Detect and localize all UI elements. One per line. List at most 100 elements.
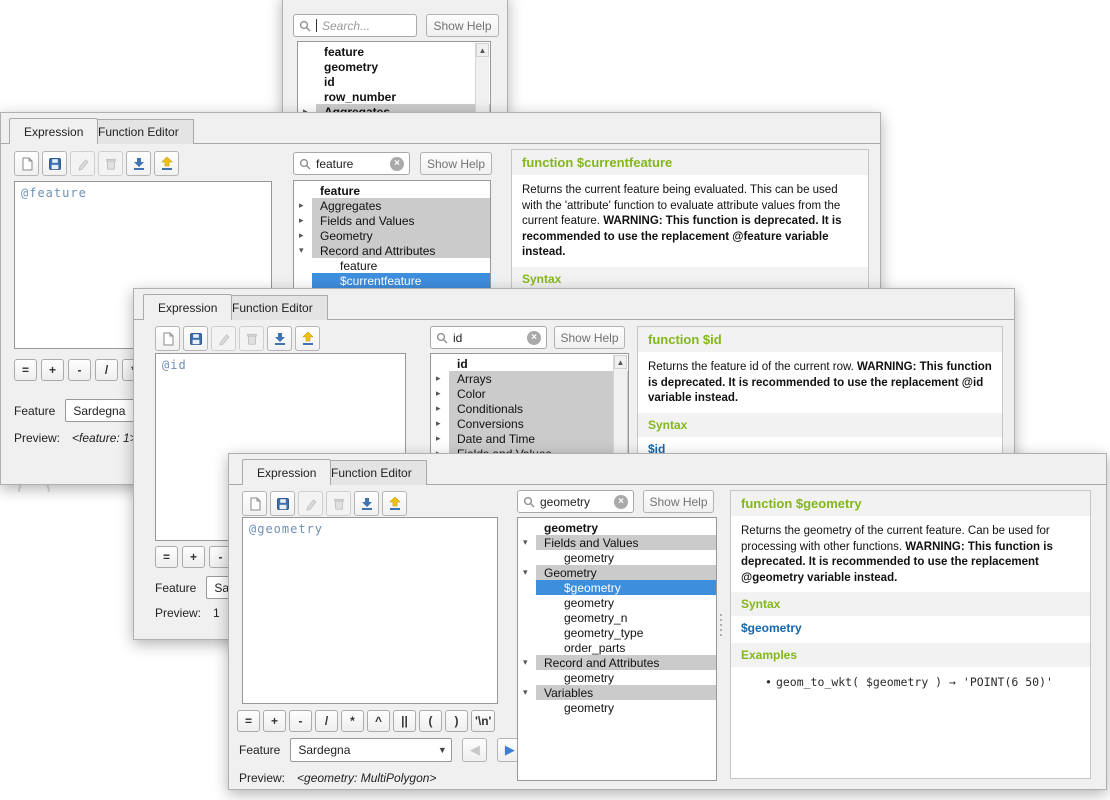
tab-expression[interactable]: Expression xyxy=(143,294,232,320)
function-list[interactable]: feature geometry id row_number ▸Aggregat… xyxy=(297,41,491,113)
operator-button[interactable]: ^ xyxy=(367,710,390,732)
new-expression-button[interactable] xyxy=(14,151,39,176)
tab-function-editor[interactable]: Function Editor xyxy=(217,295,328,320)
operator-button[interactable]: = xyxy=(237,710,260,732)
tree-row[interactable]: ▸Aggregates xyxy=(294,198,490,213)
search-input[interactable]: Search... xyxy=(293,14,417,37)
export-expressions-button[interactable] xyxy=(382,491,407,516)
operator-button[interactable]: ) xyxy=(445,710,468,732)
show-help-button[interactable]: Show Help xyxy=(643,490,714,513)
list-item[interactable]: geometry xyxy=(298,59,490,74)
tree-row[interactable]: ▾Record and Attributes xyxy=(518,655,716,670)
tree-row[interactable]: ▾Fields and Values xyxy=(518,535,716,550)
search-input[interactable]: feature × xyxy=(293,152,410,175)
search-input[interactable]: geometry × xyxy=(517,490,634,513)
tab-expression[interactable]: Expression xyxy=(9,118,98,144)
previous-feature-button[interactable]: ◀ xyxy=(462,738,487,762)
tree-row[interactable]: geometry xyxy=(518,670,716,685)
chevron-down-icon[interactable]: ▾ xyxy=(523,685,535,700)
import-expressions-button[interactable] xyxy=(126,151,151,176)
function-tree[interactable]: geometry ▾Fields and Values geometry ▾Ge… xyxy=(517,517,717,781)
show-help-button[interactable]: Show Help xyxy=(554,326,625,349)
chevron-right-icon[interactable]: ▸ xyxy=(436,416,448,431)
operator-button[interactable]: = xyxy=(155,546,178,568)
clear-search-icon[interactable]: × xyxy=(527,331,541,345)
save-expression-button[interactable] xyxy=(183,326,208,351)
search-input[interactable]: id × xyxy=(430,326,547,349)
tree-row[interactable]: ▸Geometry xyxy=(294,228,490,243)
tree-row[interactable]: ▾Variables xyxy=(518,685,716,700)
delete-expression-button[interactable] xyxy=(98,151,123,176)
operator-button[interactable]: ( xyxy=(419,710,442,732)
delete-expression-button[interactable] xyxy=(326,491,351,516)
chevron-right-icon[interactable]: ▸ xyxy=(436,431,448,446)
tree-row[interactable]: ▾Record and Attributes xyxy=(294,243,490,258)
edit-expression-button[interactable] xyxy=(211,326,236,351)
tree-row-selected[interactable]: $geometry xyxy=(518,580,716,595)
chevron-right-icon[interactable]: ▸ xyxy=(436,386,448,401)
scrollbar[interactable]: ▲ xyxy=(475,43,489,113)
feature-combobox[interactable]: Sardegna ▼ xyxy=(290,738,452,762)
operator-button[interactable]: + xyxy=(41,359,64,381)
chevron-right-icon[interactable]: ▸ xyxy=(299,213,311,228)
tab-function-editor[interactable]: Function Editor xyxy=(83,119,194,144)
operator-button[interactable]: / xyxy=(315,710,338,732)
tree-row[interactable]: ▸Arrays xyxy=(431,371,628,386)
tree-row[interactable]: geometry_type xyxy=(518,625,716,640)
tree-row[interactable]: geometry xyxy=(518,595,716,610)
chevron-down-icon[interactable]: ▾ xyxy=(299,243,311,258)
list-item[interactable]: id xyxy=(298,74,490,89)
delete-expression-button[interactable] xyxy=(239,326,264,351)
tree-row[interactable]: order_parts xyxy=(518,640,716,655)
export-expressions-button[interactable] xyxy=(154,151,179,176)
chevron-right-icon[interactable]: ▸ xyxy=(436,401,448,416)
clear-search-icon[interactable]: × xyxy=(614,495,628,509)
chevron-right-icon[interactable]: ▸ xyxy=(436,371,448,386)
import-expressions-button[interactable] xyxy=(354,491,379,516)
import-expressions-button[interactable] xyxy=(267,326,292,351)
save-expression-button[interactable] xyxy=(42,151,67,176)
operator-button[interactable]: || xyxy=(393,710,416,732)
tree-row[interactable]: geometry_n xyxy=(518,610,716,625)
chevron-down-icon[interactable]: ▾ xyxy=(523,535,535,550)
tab-function-editor[interactable]: Function Editor xyxy=(316,460,427,485)
tree-row[interactable]: geometry xyxy=(518,550,716,565)
save-expression-button[interactable] xyxy=(270,491,295,516)
tree-row[interactable]: id xyxy=(431,356,628,371)
operator-button[interactable]: + xyxy=(182,546,205,568)
export-expressions-button[interactable] xyxy=(295,326,320,351)
scroll-up-icon[interactable]: ▲ xyxy=(476,43,489,57)
tree-row-selected[interactable]: $currentfeature xyxy=(294,273,490,288)
edit-expression-button[interactable] xyxy=(70,151,95,176)
tree-row[interactable]: geometry xyxy=(518,520,716,535)
operator-button[interactable]: + xyxy=(263,710,286,732)
show-help-button[interactable]: Show Help xyxy=(420,152,492,175)
operator-button[interactable]: - xyxy=(68,359,91,381)
operator-button[interactable]: / xyxy=(95,359,118,381)
expression-editor[interactable]: @geometry xyxy=(242,517,498,704)
splitter-grip[interactable] xyxy=(720,614,722,636)
tree-row[interactable]: ▸Fields and Values xyxy=(294,213,490,228)
tree-row[interactable]: feature xyxy=(294,258,490,273)
operator-button[interactable]: = xyxy=(14,359,37,381)
tree-row[interactable]: ▸Conversions xyxy=(431,416,628,431)
tab-expression[interactable]: Expression xyxy=(242,459,331,485)
tree-row[interactable]: geometry xyxy=(518,700,716,715)
new-expression-button[interactable] xyxy=(242,491,267,516)
chevron-right-icon[interactable]: ▸ xyxy=(299,198,311,213)
list-item[interactable]: row_number xyxy=(298,89,490,104)
chevron-right-icon[interactable]: ▸ xyxy=(299,228,311,243)
clear-search-icon[interactable]: × xyxy=(390,157,404,171)
tree-row[interactable]: ▸Date and Time xyxy=(431,431,628,446)
edit-expression-button[interactable] xyxy=(298,491,323,516)
show-help-button[interactable]: Show Help xyxy=(426,14,499,37)
operator-button[interactable]: * xyxy=(341,710,364,732)
chevron-down-icon[interactable]: ▾ xyxy=(523,565,535,580)
operator-button[interactable]: - xyxy=(289,710,312,732)
new-expression-button[interactable] xyxy=(155,326,180,351)
list-item[interactable]: feature xyxy=(298,44,490,59)
operator-newline-button[interactable]: '\n' xyxy=(471,710,495,732)
tree-row[interactable]: feature xyxy=(294,183,490,198)
tree-row[interactable]: ▸Conditionals xyxy=(431,401,628,416)
tree-row[interactable]: ▾Geometry xyxy=(518,565,716,580)
